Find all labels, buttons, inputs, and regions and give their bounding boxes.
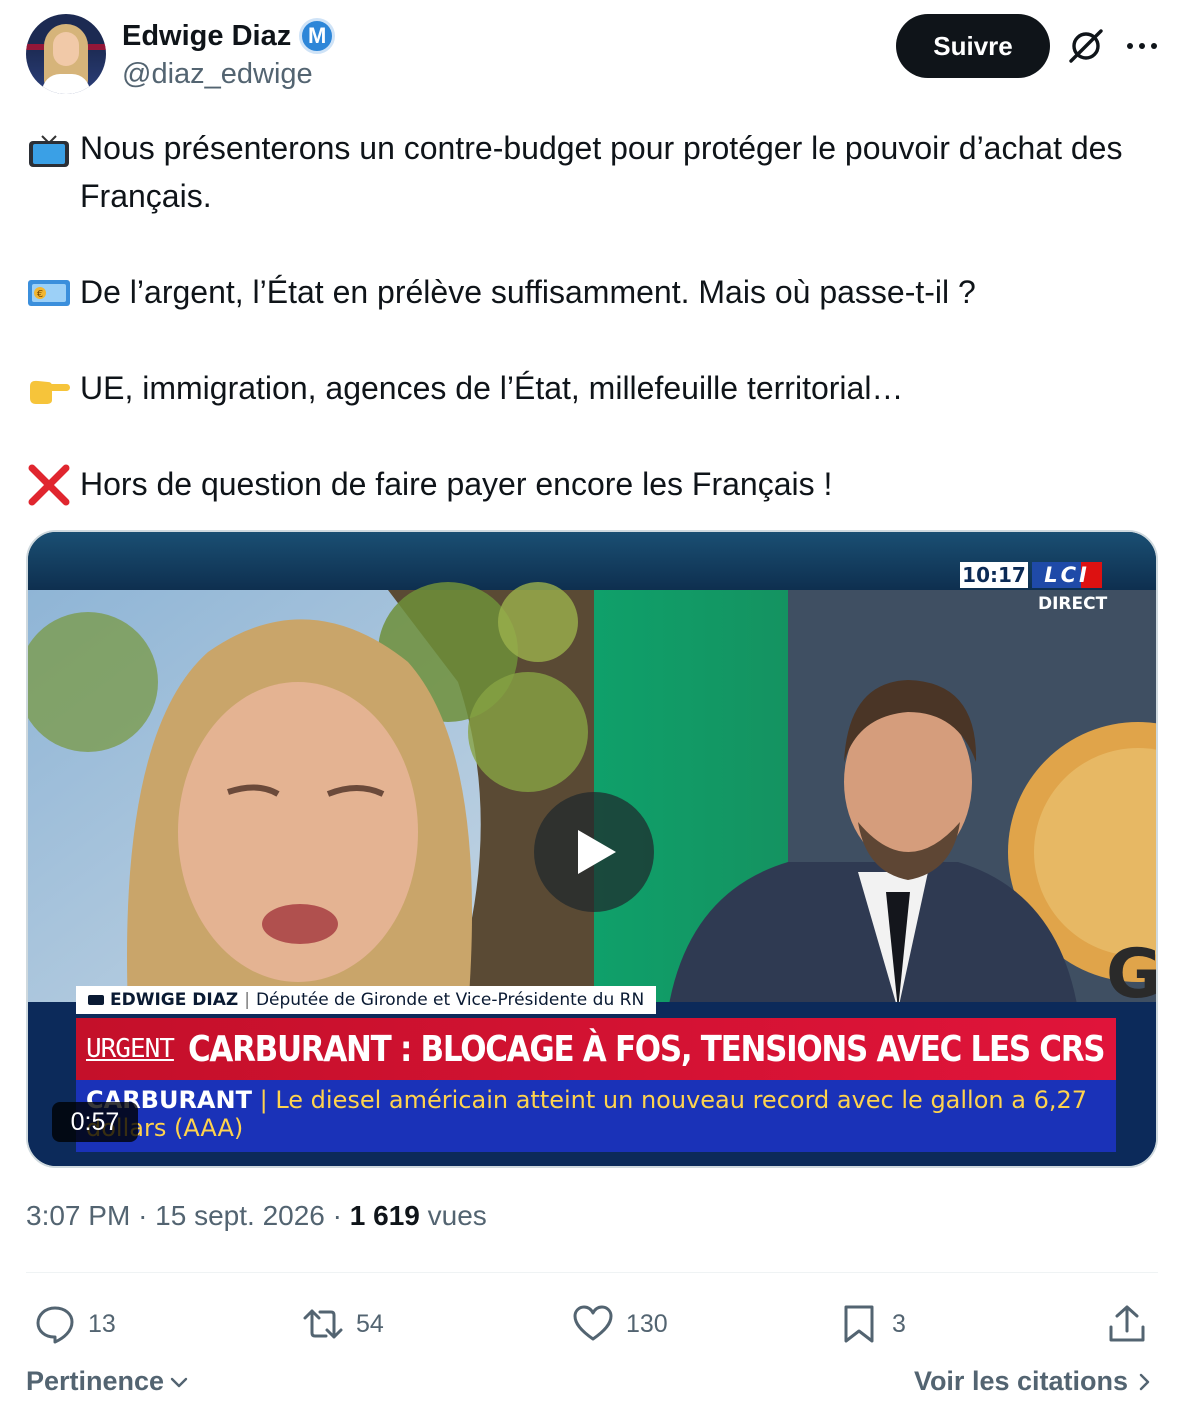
tv-clock: 10:17: [960, 562, 1028, 588]
replies-footer: Pertinence Voir les citations: [26, 1362, 1158, 1408]
tweet-paragraph: Hors de question de faire payer encore l…: [26, 460, 1156, 508]
tv-headline: CARBURANT : BLOCAGE À FOS, TENSIONS AVEC…: [187, 1028, 1106, 1070]
reply-count: 13: [88, 1309, 116, 1338]
chevron-right-icon: [1139, 1373, 1150, 1390]
channel-logo: LCI: [1032, 562, 1102, 588]
paragraph-text: Nous présenterons un contre-budget pour …: [80, 130, 1123, 214]
more-icon[interactable]: [1122, 26, 1162, 66]
guest-title: Députée de Gironde et Vice-Présidente du…: [255, 990, 645, 1010]
views-label: vues: [427, 1200, 487, 1231]
tweet-meta: 3:07 PM · 15 sept. 2026 · 1 619 vues: [26, 1200, 487, 1232]
paragraph-text: Hors de question de faire payer encore l…: [80, 466, 833, 502]
euro-banknote-emoji: €: [26, 268, 72, 316]
repost-icon: [303, 1309, 343, 1339]
post-date[interactable]: 15 sept. 2026: [155, 1200, 325, 1231]
reply-button[interactable]: 13: [34, 1296, 116, 1352]
paragraph-text: De l’argent, l’État en prélève suffisamm…: [80, 274, 976, 310]
urgent-label: URGENT: [86, 1034, 175, 1064]
share-icon: [1109, 1305, 1145, 1342]
verified-badge-icon[interactable]: M: [299, 18, 336, 54]
author-display-name[interactable]: Edwige Diaz: [122, 20, 291, 53]
heart-icon: [573, 1305, 613, 1341]
like-count: 130: [626, 1309, 668, 1338]
tweet-header: Edwige Diaz M @diaz_edwige Suivre: [26, 14, 1160, 94]
meta-dot: ·: [332, 1200, 342, 1231]
like-button[interactable]: 130: [572, 1296, 668, 1352]
author-name-row: Edwige Diaz M: [122, 18, 336, 54]
sort-label: Pertinence: [26, 1366, 165, 1396]
tweet-text: Nous présenterons un contre-budget pour …: [26, 124, 1156, 508]
avatar[interactable]: [26, 14, 106, 94]
play-button[interactable]: [534, 792, 654, 912]
cross-mark-emoji: [26, 460, 72, 508]
tweet-paragraph: € De l’argent, l’État en prélève suffisa…: [26, 268, 1156, 316]
guest-lower-third: EDWIGE DIAZ | Députée de Gironde et Vice…: [76, 986, 657, 1014]
post-time[interactable]: 3:07 PM: [26, 1200, 130, 1231]
action-bar: 13 54 130 3: [26, 1296, 1158, 1352]
play-icon: [578, 830, 616, 874]
tv-headline-bar: URGENT CARBURANT : BLOCAGE À FOS, TENSIO…: [76, 1018, 1116, 1080]
author-handle[interactable]: @diaz_edwige: [122, 58, 313, 91]
separator: |: [259, 1086, 276, 1114]
svg-text:€: €: [37, 289, 43, 300]
quotes-label: Voir les citations: [913, 1366, 1128, 1396]
bookmark-button[interactable]: 3: [838, 1296, 906, 1352]
share-button[interactable]: [1106, 1296, 1148, 1352]
tweet-paragraph: Nous présenterons un contre-budget pour …: [26, 124, 1156, 220]
views-count: 1 619: [349, 1200, 420, 1231]
guest-name: EDWIGE DIAZ: [110, 990, 239, 1010]
view-quotes-link[interactable]: Voir les citations: [914, 1366, 1152, 1397]
separator: |: [244, 990, 250, 1010]
video-player[interactable]: G 10:17 LCI DIRECT EDWIGE DIAZ | Députée…: [26, 530, 1158, 1168]
bookmark-icon: [844, 1305, 874, 1343]
television-emoji: [26, 124, 72, 172]
camera-icon: [88, 995, 104, 1005]
video-duration: 0:57: [52, 1102, 138, 1142]
reply-icon: [36, 1306, 74, 1344]
meta-dot: ·: [138, 1200, 148, 1231]
follow-button[interactable]: Suivre: [896, 14, 1050, 78]
pointing-right-emoji: [26, 364, 72, 412]
grok-icon[interactable]: [1066, 26, 1106, 66]
tv-ticker: CARBURANT | Le diesel américain atteint …: [76, 1080, 1116, 1152]
repost-button[interactable]: 54: [302, 1296, 384, 1352]
live-label: DIRECT: [1038, 594, 1108, 614]
divider: [26, 1272, 1158, 1273]
tweet-paragraph: UE, immigration, agences de l’État, mill…: [26, 364, 1156, 412]
repost-count: 54: [356, 1309, 384, 1338]
chevron-down-icon: [170, 1377, 188, 1387]
paragraph-text: UE, immigration, agences de l’État, mill…: [80, 370, 904, 406]
bookmark-count: 3: [892, 1309, 906, 1338]
sort-dropdown[interactable]: Pertinence: [26, 1366, 190, 1397]
